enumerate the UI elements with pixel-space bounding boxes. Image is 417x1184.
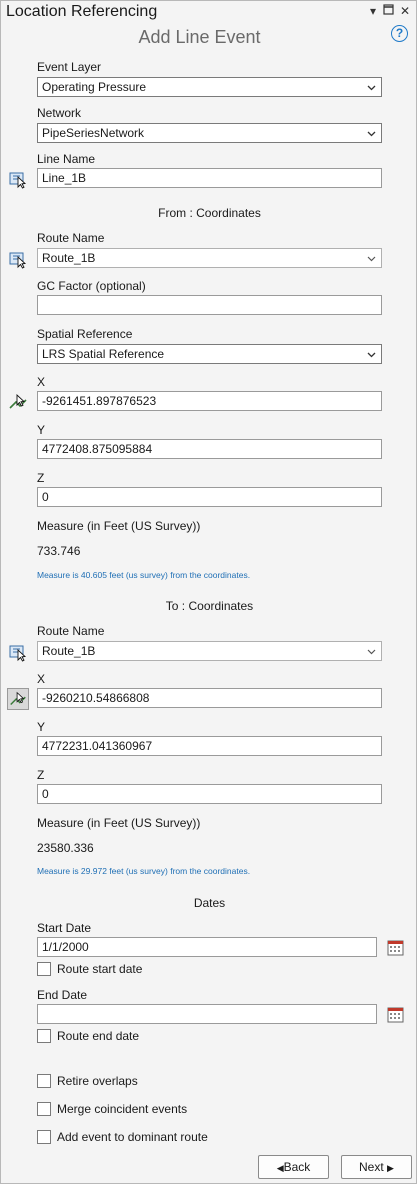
to-route-name-select[interactable]: Route_1B [37, 641, 382, 661]
event-layer-value: Operating Pressure [42, 80, 147, 94]
pick-coordinate-tool-icon[interactable] [7, 391, 29, 413]
from-x-input[interactable]: -9261451.897876523 [37, 391, 382, 411]
start-date-label: Start Date [37, 921, 92, 935]
merge-coincident-checkbox[interactable] [37, 1102, 51, 1116]
network-label: Network [37, 106, 82, 120]
location-referencing-pane: Location Referencing ▾ ✕ Add Line Event … [0, 0, 417, 1184]
maximize-icon[interactable] [381, 4, 395, 18]
to-z-label: Z [37, 768, 45, 782]
dominant-route-label: Add event to dominant route [57, 1130, 208, 1144]
to-x-label: X [37, 672, 46, 686]
pane-title: Location Referencing [6, 3, 158, 20]
to-measure-value: 23580.336 [37, 841, 94, 855]
back-button[interactable]: ◀Back [258, 1155, 329, 1179]
from-measure-note: Measure is 40.605 feet (us survey) from … [37, 570, 251, 580]
network-select[interactable]: PipeSeriesNetwork [37, 123, 382, 143]
chevron-right-icon: ▶ [387, 1163, 394, 1173]
dominant-route-checkbox[interactable] [37, 1130, 51, 1144]
start-date-input[interactable]: 1/1/2000 [37, 937, 377, 957]
to-coordinates-heading: To : Coordinates [165, 599, 254, 613]
from-x-label: X [37, 375, 46, 389]
spatial-reference-select[interactable]: LRS Spatial Reference [37, 344, 382, 364]
spatial-reference-value: LRS Spatial Reference [42, 347, 165, 361]
chevron-down-icon [367, 256, 376, 262]
from-y-input[interactable]: 4772408.875095884 [37, 439, 382, 459]
calendar-icon[interactable] [387, 939, 404, 956]
from-route-name-select[interactable]: Route_1B [37, 248, 382, 268]
from-coordinates-heading: From : Coordinates [158, 206, 261, 220]
to-x-input[interactable]: -9260210.54866808 [37, 688, 382, 708]
gc-factor-label: GC Factor (optional) [37, 279, 146, 293]
route-start-date-checkbox[interactable] [37, 962, 51, 976]
select-route-map-tool-icon[interactable] [7, 248, 29, 270]
chevron-down-icon [367, 649, 376, 655]
to-z-input[interactable]: 0 [37, 784, 382, 804]
chevron-down-icon[interactable]: ▾ [366, 4, 380, 18]
retire-overlaps-label: Retire overlaps [57, 1074, 138, 1088]
spatial-reference-label: Spatial Reference [37, 327, 133, 341]
gc-factor-input[interactable] [37, 295, 382, 315]
from-measure-label: Measure (in Feet (US Survey)) [37, 519, 201, 533]
route-end-date-label: Route end date [57, 1029, 140, 1043]
next-button-label: Next [359, 1160, 384, 1174]
to-measure-label: Measure (in Feet (US Survey)) [37, 816, 201, 830]
to-measure-note: Measure is 29.972 feet (us survey) from … [37, 866, 251, 876]
network-value: PipeSeriesNetwork [42, 126, 145, 140]
dates-heading: Dates [193, 896, 226, 910]
tool-title: Add Line Event [138, 27, 261, 47]
route-end-date-checkbox[interactable] [37, 1029, 51, 1043]
end-date-label: End Date [37, 988, 88, 1002]
to-y-label: Y [37, 720, 46, 734]
select-route-map-tool-icon[interactable] [7, 641, 29, 663]
from-z-label: Z [37, 471, 45, 485]
from-y-label: Y [37, 423, 46, 437]
from-route-name-value: Route_1B [42, 251, 96, 265]
from-z-input[interactable]: 0 [37, 487, 382, 507]
chevron-down-icon [367, 85, 376, 91]
event-layer-label: Event Layer [37, 60, 102, 74]
from-route-name-label: Route Name [37, 231, 105, 245]
help-icon[interactable]: ? [391, 25, 408, 42]
to-route-name-value: Route_1B [42, 644, 96, 658]
chevron-left-icon: ◀ [276, 1163, 284, 1173]
to-y-input[interactable]: 4772231.041360967 [37, 736, 382, 756]
line-name-input[interactable]: Line_1B [37, 168, 382, 188]
chevron-down-icon [367, 352, 376, 358]
line-name-label: Line Name [37, 152, 96, 166]
route-start-date-label: Route start date [57, 962, 143, 976]
event-layer-select[interactable]: Operating Pressure [37, 77, 382, 97]
from-measure-value: 733.746 [37, 544, 81, 558]
pick-coordinate-tool-icon[interactable] [7, 688, 29, 710]
end-date-input[interactable] [37, 1004, 377, 1024]
close-icon[interactable]: ✕ [398, 4, 412, 18]
select-line-map-tool-icon[interactable] [7, 168, 29, 190]
retire-overlaps-checkbox[interactable] [37, 1074, 51, 1088]
to-route-name-label: Route Name [37, 624, 105, 638]
back-button-label: Back [283, 1160, 311, 1174]
calendar-icon[interactable] [387, 1006, 404, 1023]
merge-coincident-label: Merge coincident events [57, 1102, 188, 1116]
chevron-down-icon [367, 131, 376, 137]
next-button[interactable]: Next ▶ [341, 1155, 412, 1179]
